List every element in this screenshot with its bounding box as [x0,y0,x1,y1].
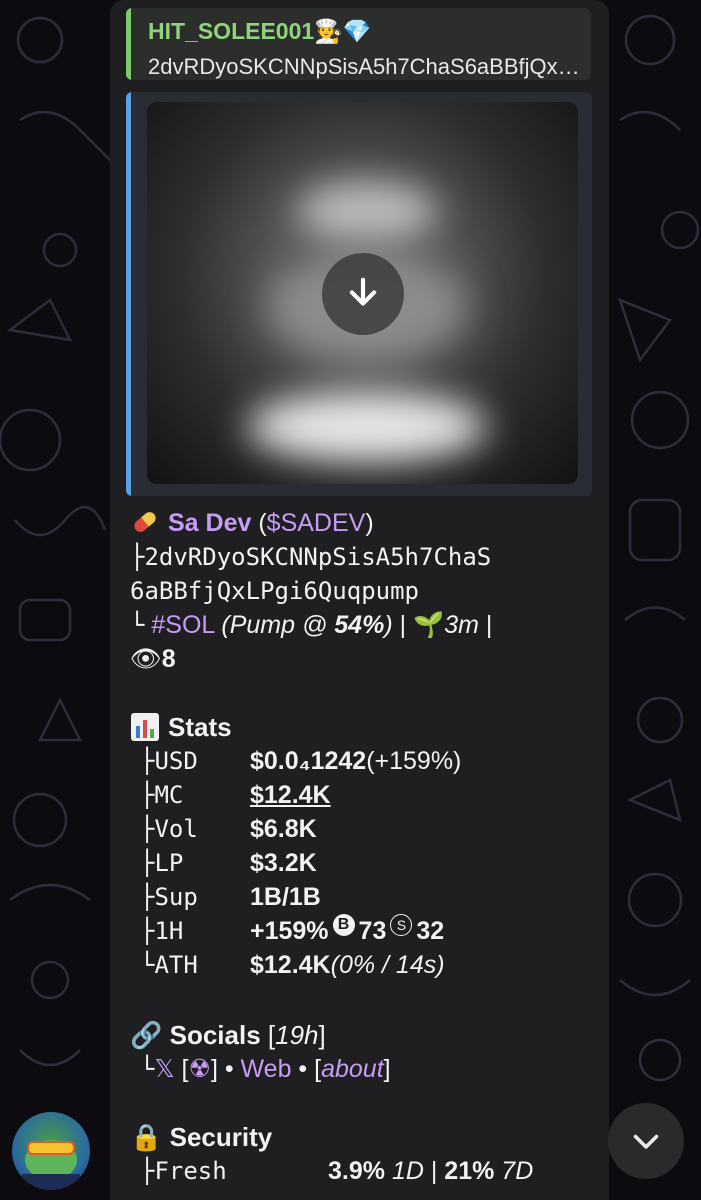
lock-icon: 🔒 [130,1122,163,1152]
image-blur-shape [247,392,487,462]
stat-value: $12.4K [250,951,331,979]
token-ticker[interactable]: $SADEV [267,509,366,537]
stat-extra: (+159%) [366,747,462,775]
media-preview[interactable] [126,92,592,496]
stat-row-lp: ├LP $3.2K [140,846,317,880]
stat-value: $0.0₄1242 [250,747,367,775]
eye-icon: 👁 [130,645,162,673]
radioactive-icon[interactable]: ☢ [189,1055,211,1083]
about-link[interactable]: about [321,1055,384,1083]
link-icon: 🔗 [130,1020,163,1050]
market-cap-link[interactable]: $12.4K [250,778,331,812]
chain-hashtag[interactable]: #SOL [151,611,214,639]
reply-author: HIT_SOLEE001🧑‍🍳💎 [148,18,372,44]
media-accent-bar [126,92,131,496]
socials-links: └𝕏 [☢] • Web • [about] [140,1055,391,1083]
sells-count: 32 [416,917,445,945]
token-address-line-1[interactable]: ├2dvRDyoSKCNNpSisA5h7ChaS [130,540,491,574]
stat-key: ├MC [140,781,184,809]
stat-row-mc: ├MC $12.4K [140,778,331,812]
stat-key: ├USD [140,747,198,775]
buys-icon: B [332,914,355,936]
stat-value: $3.2K [250,849,317,877]
stat-key: ├1H [140,917,184,945]
scroll-to-bottom-button[interactable] [608,1103,684,1179]
stat-row-sup: ├Sup 1B/1B [140,880,321,914]
sells-icon: S [390,914,413,936]
stat-key: └ATH [140,951,198,979]
reply-accent-bar [126,8,131,80]
web-link[interactable]: Web [241,1055,292,1083]
message-bubble: HIT_SOLEE001🧑‍🍳💎 2dvRDyoSKCNNpSisA5h7Cha… [110,0,609,1200]
buys-count: 73 [358,917,387,945]
security-key: ├Fresh [140,1157,227,1185]
download-button[interactable] [322,253,404,335]
stat-row-1h: ├1H +159% B 73 S 32 [140,914,444,948]
stat-value: +159% [250,917,329,945]
reply-text: 2dvRDyoSKCNNpSisA5h7ChaS6aBBfjQxLPgi6Quq… [148,54,586,79]
socials-age: 19h [275,1020,319,1050]
views-count: 8 [161,645,176,673]
stat-key: ├Sup [140,883,198,911]
blurred-image[interactable] [147,102,578,484]
stat-key: ├Vol [140,815,198,843]
stat-value: $6.8K [250,815,317,843]
seedling-icon: 🌱 [413,611,445,639]
x-link[interactable]: 𝕏 [154,1055,174,1083]
security-heading: 🔒 Security [130,1122,273,1152]
socials-heading: 🔗 Socials [19h] [130,1020,326,1050]
stat-row-usd: ├USD $0.0₄1242 (+159%) [140,744,461,778]
views-row: 👁8 [130,642,176,676]
stat-extra: (0% / 14s) [330,951,445,979]
stats-heading: Stats [130,710,232,744]
token-name[interactable]: Sa Dev [168,509,251,537]
stat-value: 1B/1B [250,883,321,911]
token-address-line-2[interactable]: 6aBBfjQxLPgi6Quqpump [130,574,419,608]
pill-icon [130,507,160,537]
token-meta: └ #SOL (Pump @ 54%) | 🌱3m | [130,611,493,639]
chevron-down-icon [633,1134,659,1149]
stat-key: ├LP [140,849,184,877]
stat-row-vol: ├Vol $6.8K [140,812,317,846]
pump-percent: 54% [334,611,385,639]
stat-row-ath: └ATH $12.4K (0% / 14s) [140,948,445,982]
image-blur-shape [297,182,437,242]
download-arrow-icon [349,277,377,306]
reply-preview[interactable]: HIT_SOLEE001🧑‍🍳💎 2dvRDyoSKCNNpSisA5h7Cha… [126,8,591,80]
bar-chart-icon [130,712,160,742]
sender-avatar[interactable] [12,1112,90,1190]
token-header: Sa Dev ($SADEV) [130,506,374,540]
security-row-fresh: ├Fresh 3.9% 1D | 21% 7D [140,1154,533,1188]
token-age: 3m [444,611,479,639]
